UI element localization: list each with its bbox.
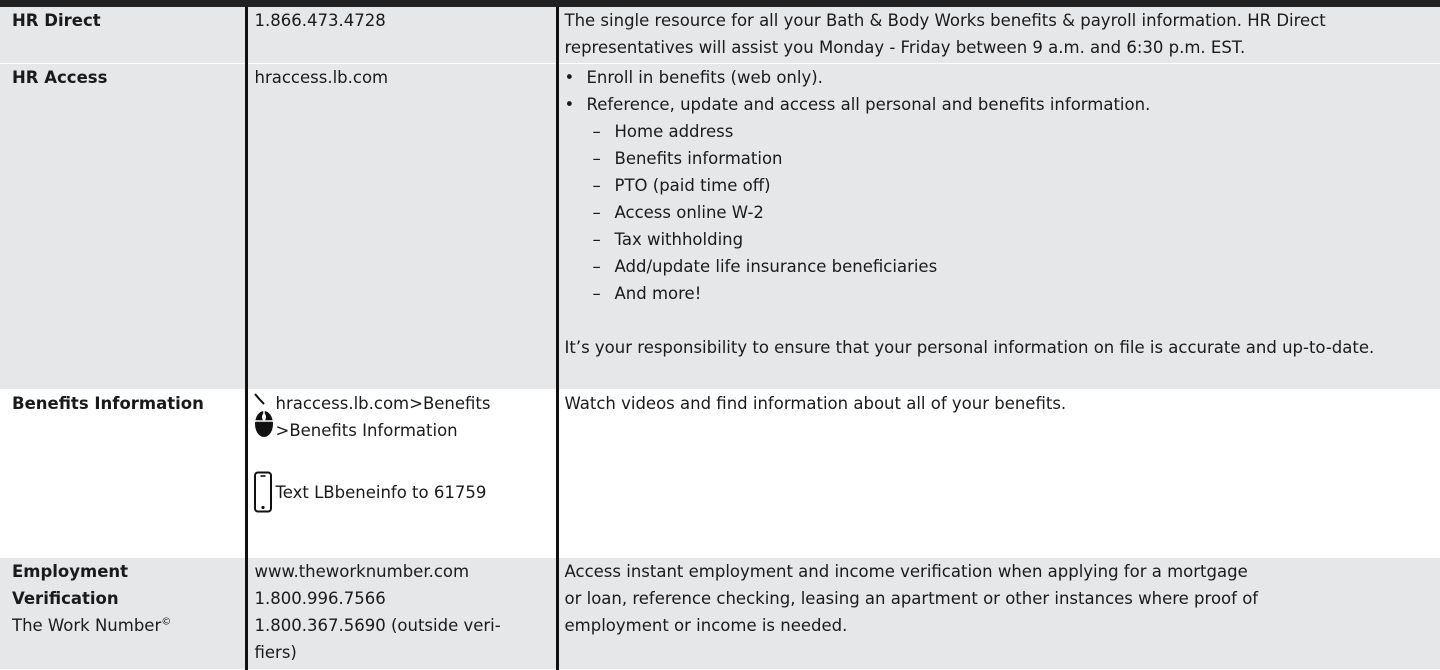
spacer xyxy=(565,307,1440,334)
copyright-mark: © xyxy=(161,616,171,627)
table-row-hr-access: HR Access hraccess.lb.com Enroll in bene… xyxy=(0,63,1440,389)
description-cell: The single resource for all your Bath & … xyxy=(557,7,1440,63)
web-path-line[interactable]: >Benefits Information xyxy=(276,417,491,444)
responsibility-note: It’s your responsibility to ensure that … xyxy=(565,334,1440,361)
table-row-hr-direct: HR Direct 1.866.473.4728 The single reso… xyxy=(0,7,1440,63)
phone-number: 1.866.473.4728 xyxy=(255,11,386,30)
row-label: Verification xyxy=(12,585,245,612)
sub-list-item: Add/update life insurance beneficiaries xyxy=(565,253,1440,280)
contact-cell: www.theworknumber.com 1.800.996.7566 1.8… xyxy=(246,557,557,669)
description-cell: Watch videos and find information about … xyxy=(557,389,1440,557)
sub-list-item: PTO (paid time off) xyxy=(565,172,1440,199)
contact-cell: hraccess.lb.com>Benefits >Benefits Infor… xyxy=(246,389,557,557)
mobile-phone-icon xyxy=(250,471,276,513)
phone-number: 1.800.367.5690 (outside veri- xyxy=(255,612,556,639)
bullet-list: Enroll in benefits (web only). Reference… xyxy=(565,64,1440,118)
row-label-cell: HR Direct xyxy=(0,7,246,63)
description-line: employment or income is needed. xyxy=(565,612,1440,639)
row-label: Employment xyxy=(12,558,245,585)
sub-list-item: Home address xyxy=(565,118,1440,145)
spacer xyxy=(250,444,556,471)
sub-list-item: Access online W-2 xyxy=(565,199,1440,226)
description-line: Access instant employment and income ver… xyxy=(565,558,1440,585)
description-text: The single resource for all your Bath & … xyxy=(565,11,1326,57)
contact-cell: hraccess.lb.com xyxy=(246,63,557,389)
text-message-group: Text LBbeneinfo to 61759 xyxy=(250,471,556,513)
sub-list-item: Tax withholding xyxy=(565,226,1440,253)
row-label-cell: Employment Verification The Work Number© xyxy=(0,557,246,669)
computer-mouse-icon xyxy=(250,390,276,440)
description-text: Watch videos and find information about … xyxy=(565,394,1067,413)
row-label-cell: HR Access xyxy=(0,63,246,389)
provider-name-text: The Work Number xyxy=(12,616,161,635)
description-line: or loan, reference checking, leasing an … xyxy=(565,585,1440,612)
web-path-group: hraccess.lb.com>Benefits >Benefits Infor… xyxy=(250,390,556,444)
phone-number: 1.800.996.7566 xyxy=(255,585,556,612)
row-label: HR Access xyxy=(12,68,107,87)
row-label: Benefits Information xyxy=(12,394,204,413)
sub-list-item: And more! xyxy=(565,280,1440,307)
contact-cell: 1.866.473.4728 xyxy=(246,7,557,63)
list-item: Reference, update and access all persona… xyxy=(565,91,1440,118)
table-row-benefits-information: Benefits Information hraccess.l xyxy=(0,389,1440,557)
website-link[interactable]: www.theworknumber.com xyxy=(255,558,556,585)
top-border xyxy=(0,0,1440,7)
web-path-line[interactable]: hraccess.lb.com>Benefits xyxy=(276,390,491,417)
sub-list: Home address Benefits information PTO (p… xyxy=(565,118,1440,307)
contact-table: HR Direct 1.866.473.4728 The single reso… xyxy=(0,7,1440,670)
description-cell: Enroll in benefits (web only). Reference… xyxy=(557,63,1440,389)
list-item: Enroll in benefits (web only). xyxy=(565,64,1440,91)
website-link[interactable]: hraccess.lb.com xyxy=(255,68,389,87)
row-label: HR Direct xyxy=(12,11,101,30)
sub-list-item: Benefits information xyxy=(565,145,1440,172)
text-instructions: Text LBbeneinfo to 61759 xyxy=(276,471,487,506)
provider-name: The Work Number© xyxy=(12,612,245,639)
phone-number-continued: fiers) xyxy=(255,639,556,666)
table-row-employment-verification: Employment Verification The Work Number©… xyxy=(0,557,1440,669)
description-cell: Access instant employment and income ver… xyxy=(557,557,1440,669)
row-label-cell: Benefits Information xyxy=(0,389,246,557)
